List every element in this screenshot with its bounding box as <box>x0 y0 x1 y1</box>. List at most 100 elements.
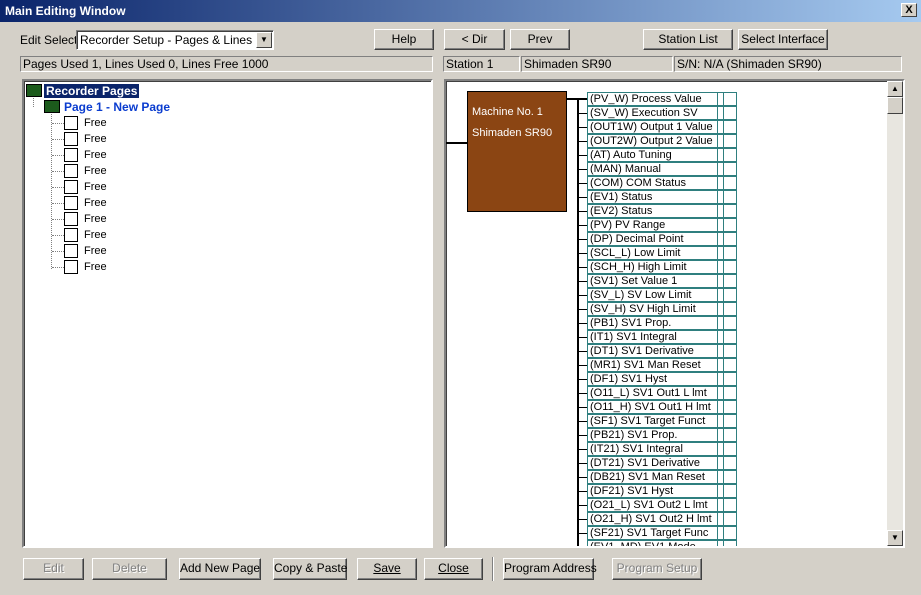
channel-row[interactable]: (SCL_L) Low Limit <box>577 246 737 260</box>
channel-row[interactable]: (O21_H) SV1 Out2 H lmt <box>577 512 737 526</box>
channel-slot[interactable] <box>723 190 737 204</box>
channel-row[interactable]: (PB21) SV1 Prop. <box>577 428 737 442</box>
tree-line-item[interactable]: Free <box>52 131 107 147</box>
down-arrow-icon[interactable]: ▼ <box>887 530 903 546</box>
delete-button[interactable]: Delete <box>92 558 167 580</box>
channel-slot[interactable] <box>723 274 737 288</box>
select-interface-button[interactable]: Select Interface <box>738 29 828 50</box>
channel-slot[interactable] <box>723 386 737 400</box>
channel-slot[interactable] <box>723 358 737 372</box>
channel-slot[interactable] <box>723 288 737 302</box>
tree-line-item[interactable]: Free <box>52 163 107 179</box>
line-checkbox[interactable] <box>64 228 78 242</box>
scrollbar-thumb[interactable] <box>887 97 903 114</box>
channel-row[interactable]: (MR1) SV1 Man Reset <box>577 358 737 372</box>
up-arrow-icon[interactable]: ▲ <box>887 81 903 97</box>
dir-button[interactable]: < Dir <box>444 29 505 50</box>
channel-row[interactable]: (AT) Auto Tuning <box>577 148 737 162</box>
channel-slot[interactable] <box>723 344 737 358</box>
channel-row[interactable]: (PV_W) Process Value <box>577 92 737 106</box>
channel-slot[interactable] <box>723 204 737 218</box>
channel-row[interactable]: (O11_L) SV1 Out1 L lmt <box>577 386 737 400</box>
channel-row[interactable]: (SV_H) SV High Limit <box>577 302 737 316</box>
tree-line-item[interactable]: Free <box>52 179 107 195</box>
channel-row[interactable]: (DF1) SV1 Hyst <box>577 372 737 386</box>
channel-slot[interactable] <box>723 414 737 428</box>
tree-line-item[interactable]: Free <box>52 195 107 211</box>
channel-row[interactable]: (OUT1W) Output 1 Value <box>577 120 737 134</box>
channel-row[interactable]: (O21_L) SV1 Out2 L lmt <box>577 498 737 512</box>
line-checkbox[interactable] <box>64 164 78 178</box>
edit-button[interactable]: Edit <box>23 558 84 580</box>
close-window-button[interactable]: X <box>901 3 917 17</box>
channel-row[interactable]: (SV_L) SV Low Limit <box>577 288 737 302</box>
channel-slot[interactable] <box>723 456 737 470</box>
channel-row[interactable]: (DT1) SV1 Derivative <box>577 344 737 358</box>
line-checkbox[interactable] <box>64 132 78 146</box>
channel-row[interactable]: (IT21) SV1 Integral <box>577 442 737 456</box>
channel-row[interactable]: (SV_W) Execution SV <box>577 106 737 120</box>
close-button[interactable]: Close <box>424 558 483 580</box>
channel-slot[interactable] <box>723 106 737 120</box>
channel-row[interactable]: (O11_H) SV1 Out1 H lmt <box>577 400 737 414</box>
add-new-page-button[interactable]: Add New Page <box>179 558 261 580</box>
channel-slot[interactable] <box>723 120 737 134</box>
channel-slot[interactable] <box>723 428 737 442</box>
channel-slot[interactable] <box>723 148 737 162</box>
channel-row[interactable]: (SF1) SV1 Target Funct <box>577 414 737 428</box>
channel-row[interactable]: (IT1) SV1 Integral <box>577 330 737 344</box>
tree-root-node[interactable]: Recorder Pages <box>26 83 140 98</box>
tree-line-item[interactable]: Free <box>52 259 107 275</box>
dropdown-arrow-icon[interactable]: ▼ <box>256 32 272 48</box>
tree-line-item[interactable]: Free <box>52 243 107 259</box>
channel-slot[interactable] <box>723 302 737 316</box>
channel-row[interactable]: (SV1) Set Value 1 <box>577 274 737 288</box>
channel-row[interactable]: (DT21) SV1 Derivative <box>577 456 737 470</box>
channel-slot[interactable] <box>723 484 737 498</box>
channel-row[interactable]: (OUT2W) Output 2 Value <box>577 134 737 148</box>
channel-slot[interactable] <box>723 526 737 540</box>
prev-button[interactable]: Prev <box>510 29 570 50</box>
channel-slot[interactable] <box>723 92 737 106</box>
program-setup-button[interactable]: Program Setup <box>612 558 702 580</box>
save-button[interactable]: Save <box>357 558 417 580</box>
channel-slot[interactable] <box>723 246 737 260</box>
channel-row[interactable]: (PV) PV Range <box>577 218 737 232</box>
channel-slot[interactable] <box>723 540 737 546</box>
line-checkbox[interactable] <box>64 148 78 162</box>
tree-line-item[interactable]: Free <box>52 211 107 227</box>
channel-row[interactable]: (PB1) SV1 Prop. <box>577 316 737 330</box>
diagram-scrollbar[interactable]: ▲ ▼ <box>887 81 903 546</box>
channel-slot[interactable] <box>723 218 737 232</box>
channel-slot[interactable] <box>723 470 737 484</box>
line-checkbox[interactable] <box>64 116 78 130</box>
line-checkbox[interactable] <box>64 260 78 274</box>
channel-slot[interactable] <box>723 176 737 190</box>
channel-slot[interactable] <box>723 400 737 414</box>
channel-row[interactable]: (EV1_MD) EV1 Mode <box>577 540 737 546</box>
channel-slot[interactable] <box>723 260 737 274</box>
line-checkbox[interactable] <box>64 196 78 210</box>
channel-row[interactable]: (DP) Decimal Point <box>577 232 737 246</box>
channel-row[interactable]: (DB21) SV1 Man Reset <box>577 470 737 484</box>
channel-row[interactable]: (EV1) Status <box>577 190 737 204</box>
line-checkbox[interactable] <box>64 244 78 258</box>
channel-row[interactable]: (COM) COM Status <box>577 176 737 190</box>
channel-row[interactable]: (SF21) SV1 Target Func <box>577 526 737 540</box>
program-address-button[interactable]: Program Address <box>503 558 597 580</box>
channel-slot[interactable] <box>723 512 737 526</box>
machine-block[interactable]: Machine No. 1 Shimaden SR90 <box>467 91 567 212</box>
tree-line-item[interactable]: Free <box>52 115 107 131</box>
line-checkbox[interactable] <box>64 180 78 194</box>
tree-line-item[interactable]: Free <box>52 227 107 243</box>
recorder-pages-tree[interactable]: Recorder Pages Page 1 - New Page Free Fr… <box>22 79 433 548</box>
copy-paste-button[interactable]: Copy & Paste <box>273 558 347 580</box>
line-checkbox[interactable] <box>64 212 78 226</box>
channel-row[interactable]: (MAN) Manual <box>577 162 737 176</box>
channel-slot[interactable] <box>723 330 737 344</box>
channel-slot[interactable] <box>723 162 737 176</box>
tree-line-item[interactable]: Free <box>52 147 107 163</box>
tree-page-node[interactable]: Page 1 - New Page <box>44 99 170 114</box>
channel-slot[interactable] <box>723 232 737 246</box>
edit-select-combo[interactable]: Recorder Setup - Pages & Lines ▼ <box>76 30 274 50</box>
